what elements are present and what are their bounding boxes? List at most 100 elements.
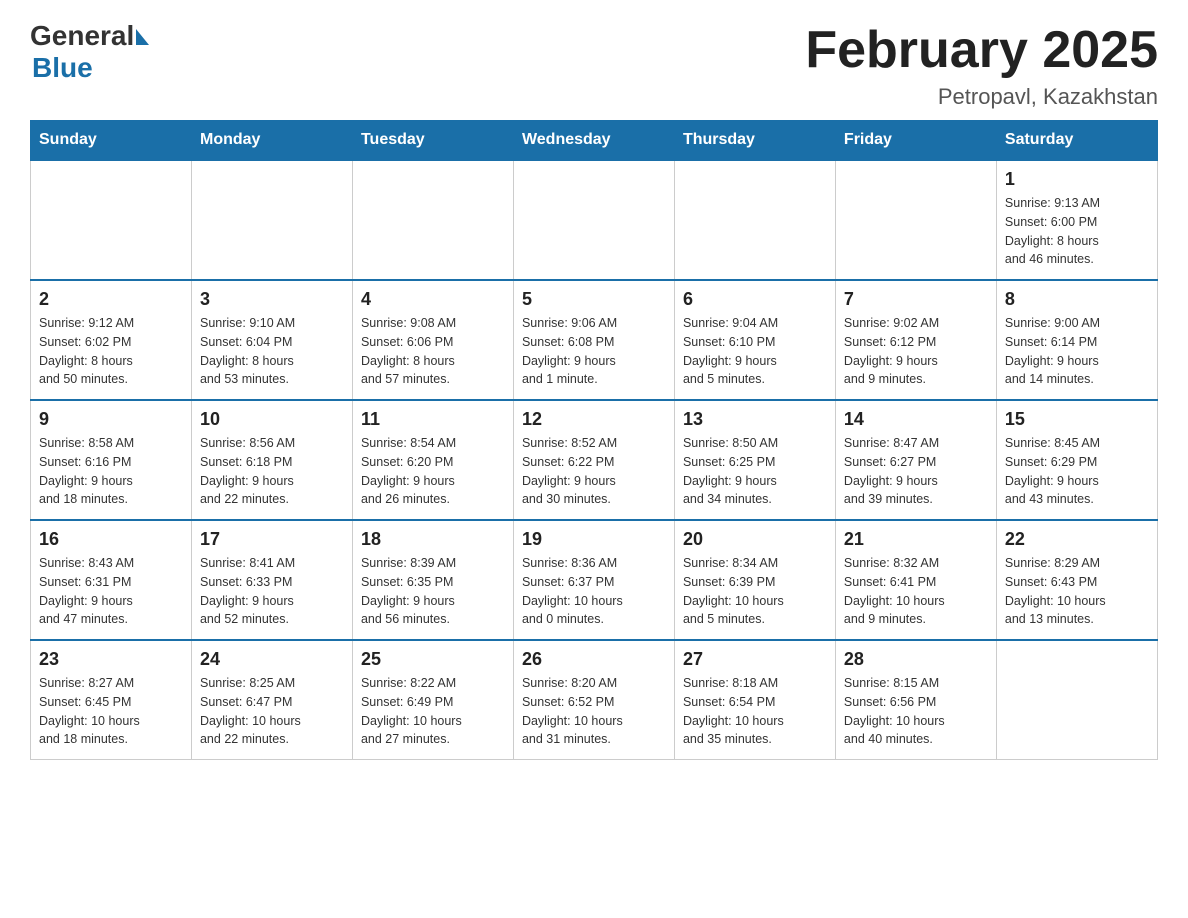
calendar-cell: 12 Sunrise: 8:52 AMSunset: 6:22 PMDayligh… xyxy=(513,400,674,520)
page-subtitle: Petropavl, Kazakhstan xyxy=(805,84,1158,110)
calendar-cell: 9 Sunrise: 8:58 AMSunset: 6:16 PMDaylight… xyxy=(31,400,192,520)
calendar-cell: 7Sunrise: 9:02 AMSunset: 6:12 PMDaylight… xyxy=(835,280,996,400)
calendar-week-0: 1 Sunrise: 9:13 AMSunset: 6:00 PMDaylight… xyxy=(31,160,1158,280)
calendar-cell: 19 Sunrise: 8:36 AMSunset: 6:37 PMDayligh… xyxy=(513,520,674,640)
day-info: Sunrise: 8:45 AMSunset: 6:29 PMDaylight:… xyxy=(1005,434,1149,509)
day-info: Sunrise: 8:56 AMSunset: 6:18 PMDaylight:… xyxy=(200,434,344,509)
calendar-cell xyxy=(352,160,513,280)
calendar-cell: 18 Sunrise: 8:39 AMSunset: 6:35 PMDayligh… xyxy=(352,520,513,640)
day-info: Sunrise: 9:04 AMSunset: 6:10 PMDaylight:… xyxy=(683,314,827,389)
day-number: 5 xyxy=(522,289,666,310)
calendar-cell: 22 Sunrise: 8:29 AMSunset: 6:43 PMDayligh… xyxy=(996,520,1157,640)
calendar-cell: 15Sunrise: 8:45 AMSunset: 6:29 PMDayligh… xyxy=(996,400,1157,520)
day-number: 1 xyxy=(1005,169,1149,190)
day-number: 24 xyxy=(200,649,344,670)
day-info: Sunrise: 8:29 AMSunset: 6:43 PMDaylight:… xyxy=(1005,554,1149,629)
day-info: Sunrise: 8:52 AMSunset: 6:22 PMDaylight:… xyxy=(522,434,666,509)
calendar-cell xyxy=(835,160,996,280)
day-number: 10 xyxy=(200,409,344,430)
day-number: 22 xyxy=(1005,529,1149,550)
weekday-header-thursday: Thursday xyxy=(674,121,835,161)
calendar-cell: 23Sunrise: 8:27 AMSunset: 6:45 PMDayligh… xyxy=(31,640,192,760)
day-number: 9 xyxy=(39,409,183,430)
day-number: 13 xyxy=(683,409,827,430)
day-info: Sunrise: 8:18 AMSunset: 6:54 PMDaylight:… xyxy=(683,674,827,749)
calendar-cell: 10 Sunrise: 8:56 AMSunset: 6:18 PMDayligh… xyxy=(191,400,352,520)
day-number: 6 xyxy=(683,289,827,310)
day-info: Sunrise: 9:06 AMSunset: 6:08 PMDaylight:… xyxy=(522,314,666,389)
calendar-cell: 5 Sunrise: 9:06 AMSunset: 6:08 PMDaylight… xyxy=(513,280,674,400)
calendar-cell: 20Sunrise: 8:34 AMSunset: 6:39 PMDayligh… xyxy=(674,520,835,640)
calendar-cell: 28 Sunrise: 8:15 AMSunset: 6:56 PMDayligh… xyxy=(835,640,996,760)
day-number: 21 xyxy=(844,529,988,550)
calendar-cell: 3 Sunrise: 9:10 AMSunset: 6:04 PMDaylight… xyxy=(191,280,352,400)
calendar-cell: 26 Sunrise: 8:20 AMSunset: 6:52 PMDayligh… xyxy=(513,640,674,760)
logo: General Blue xyxy=(30,20,149,84)
day-info: Sunrise: 8:25 AMSunset: 6:47 PMDaylight:… xyxy=(200,674,344,749)
calendar-cell xyxy=(31,160,192,280)
calendar-cell: 27 Sunrise: 8:18 AMSunset: 6:54 PMDayligh… xyxy=(674,640,835,760)
calendar-cell: 2 Sunrise: 9:12 AMSunset: 6:02 PMDaylight… xyxy=(31,280,192,400)
calendar-cell xyxy=(674,160,835,280)
logo-general-text: General xyxy=(30,20,134,52)
day-number: 19 xyxy=(522,529,666,550)
calendar-week-4: 23Sunrise: 8:27 AMSunset: 6:45 PMDayligh… xyxy=(31,640,1158,760)
calendar-cell xyxy=(996,640,1157,760)
day-number: 17 xyxy=(200,529,344,550)
calendar-cell: 13 Sunrise: 8:50 AMSunset: 6:25 PMDayligh… xyxy=(674,400,835,520)
calendar-body: 1 Sunrise: 9:13 AMSunset: 6:00 PMDaylight… xyxy=(31,160,1158,760)
day-info: Sunrise: 8:39 AMSunset: 6:35 PMDaylight:… xyxy=(361,554,505,629)
day-number: 27 xyxy=(683,649,827,670)
day-number: 18 xyxy=(361,529,505,550)
calendar-cell: 25 Sunrise: 8:22 AMSunset: 6:49 PMDayligh… xyxy=(352,640,513,760)
calendar-week-3: 16Sunrise: 8:43 AMSunset: 6:31 PMDayligh… xyxy=(31,520,1158,640)
weekday-header-sunday: Sunday xyxy=(31,121,192,161)
page-header: General Blue February 2025 Petropavl, Ka… xyxy=(30,20,1158,110)
calendar-cell xyxy=(191,160,352,280)
day-info: Sunrise: 8:36 AMSunset: 6:37 PMDaylight:… xyxy=(522,554,666,629)
day-number: 16 xyxy=(39,529,183,550)
day-info: Sunrise: 8:58 AMSunset: 6:16 PMDaylight:… xyxy=(39,434,183,509)
day-info: Sunrise: 8:41 AMSunset: 6:33 PMDaylight:… xyxy=(200,554,344,629)
day-number: 26 xyxy=(522,649,666,670)
calendar-table: SundayMondayTuesdayWednesdayThursdayFrid… xyxy=(30,120,1158,760)
day-number: 25 xyxy=(361,649,505,670)
day-info: Sunrise: 9:13 AMSunset: 6:00 PMDaylight:… xyxy=(1005,194,1149,269)
day-number: 11 xyxy=(361,409,505,430)
title-block: February 2025 Petropavl, Kazakhstan xyxy=(805,20,1158,110)
calendar-cell: 16Sunrise: 8:43 AMSunset: 6:31 PMDayligh… xyxy=(31,520,192,640)
day-info: Sunrise: 9:08 AMSunset: 6:06 PMDaylight:… xyxy=(361,314,505,389)
calendar-header: SundayMondayTuesdayWednesdayThursdayFrid… xyxy=(31,121,1158,161)
day-info: Sunrise: 8:15 AMSunset: 6:56 PMDaylight:… xyxy=(844,674,988,749)
day-info: Sunrise: 8:22 AMSunset: 6:49 PMDaylight:… xyxy=(361,674,505,749)
day-number: 2 xyxy=(39,289,183,310)
weekday-header-saturday: Saturday xyxy=(996,121,1157,161)
weekday-header-tuesday: Tuesday xyxy=(352,121,513,161)
day-info: Sunrise: 8:20 AMSunset: 6:52 PMDaylight:… xyxy=(522,674,666,749)
day-number: 8 xyxy=(1005,289,1149,310)
day-info: Sunrise: 8:54 AMSunset: 6:20 PMDaylight:… xyxy=(361,434,505,509)
day-info: Sunrise: 9:00 AMSunset: 6:14 PMDaylight:… xyxy=(1005,314,1149,389)
day-info: Sunrise: 8:50 AMSunset: 6:25 PMDaylight:… xyxy=(683,434,827,509)
calendar-cell: 17 Sunrise: 8:41 AMSunset: 6:33 PMDayligh… xyxy=(191,520,352,640)
day-number: 4 xyxy=(361,289,505,310)
calendar-week-1: 2 Sunrise: 9:12 AMSunset: 6:02 PMDaylight… xyxy=(31,280,1158,400)
day-number: 7 xyxy=(844,289,988,310)
logo-blue-text: Blue xyxy=(32,52,93,84)
day-info: Sunrise: 9:10 AMSunset: 6:04 PMDaylight:… xyxy=(200,314,344,389)
day-info: Sunrise: 8:34 AMSunset: 6:39 PMDaylight:… xyxy=(683,554,827,629)
logo-triangle-icon xyxy=(136,29,149,45)
day-number: 3 xyxy=(200,289,344,310)
day-info: Sunrise: 9:12 AMSunset: 6:02 PMDaylight:… xyxy=(39,314,183,389)
weekday-header-monday: Monday xyxy=(191,121,352,161)
weekday-row: SundayMondayTuesdayWednesdayThursdayFrid… xyxy=(31,121,1158,161)
calendar-cell: 8 Sunrise: 9:00 AMSunset: 6:14 PMDaylight… xyxy=(996,280,1157,400)
calendar-cell: 21Sunrise: 8:32 AMSunset: 6:41 PMDayligh… xyxy=(835,520,996,640)
day-number: 28 xyxy=(844,649,988,670)
calendar-cell xyxy=(513,160,674,280)
day-number: 23 xyxy=(39,649,183,670)
calendar-week-2: 9 Sunrise: 8:58 AMSunset: 6:16 PMDaylight… xyxy=(31,400,1158,520)
calendar-cell: 24 Sunrise: 8:25 AMSunset: 6:47 PMDayligh… xyxy=(191,640,352,760)
day-number: 12 xyxy=(522,409,666,430)
day-info: Sunrise: 8:47 AMSunset: 6:27 PMDaylight:… xyxy=(844,434,988,509)
